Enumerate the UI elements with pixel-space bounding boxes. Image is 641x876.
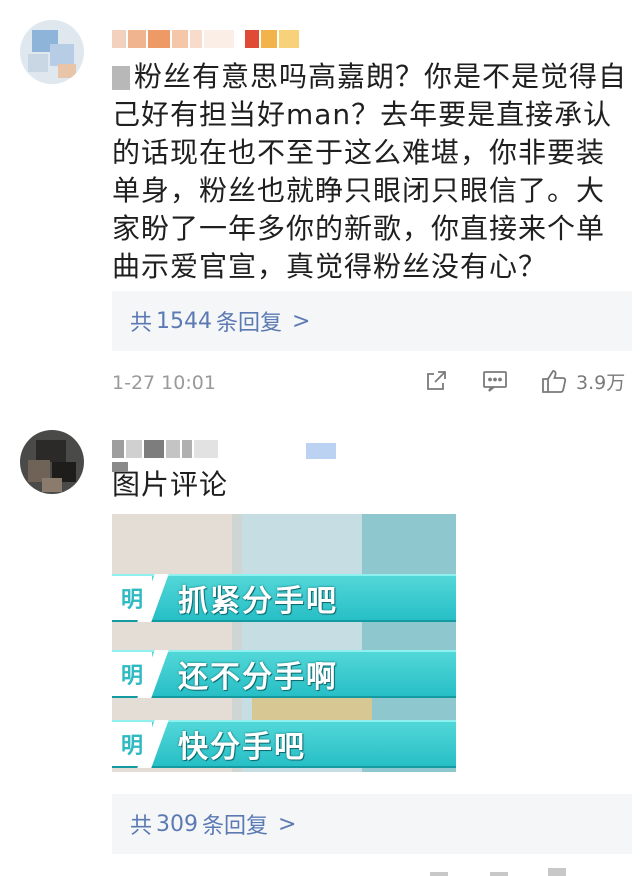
chevron-right-icon: >	[278, 811, 297, 837]
reply-suffix: 条回复	[202, 814, 269, 839]
like-count: 3.9万	[576, 371, 626, 394]
user-badge	[245, 28, 299, 50]
comment-button[interactable]	[482, 369, 508, 393]
caption-text: 抓紧分手吧	[178, 584, 338, 619]
caption-bar: 明 快分手吧	[112, 720, 456, 768]
replies-link[interactable]: 共 309 条回复 >	[112, 794, 632, 854]
image-comment[interactable]: 明 抓紧分手吧 明 还不分手啊 明 快分手吧	[112, 514, 456, 772]
caption-text: 快分手吧	[178, 730, 306, 765]
reply-suffix: 条回复	[216, 311, 283, 336]
like-icon	[542, 370, 567, 393]
reply-prefix: 共	[130, 814, 153, 839]
avatar[interactable]	[20, 20, 84, 84]
username[interactable]	[112, 438, 218, 460]
chevron-right-icon: >	[292, 308, 311, 334]
caption-text: 还不分手啊	[178, 660, 338, 695]
reply-count: 1544	[156, 308, 213, 334]
caption-bar: 明 抓紧分手吧	[112, 574, 456, 622]
comment-text: 粉丝有意思吗高嘉朗？你是不是觉得自己好有担当好man？去年要是直接承认的话现在也…	[112, 60, 628, 283]
replies-link[interactable]: 共 1544 条回复 >	[112, 291, 632, 351]
caption-bar: 明 还不分手啊	[112, 650, 456, 698]
comment-text: 图片评论	[112, 462, 632, 504]
mention-blur	[112, 66, 130, 90]
comment-icon	[483, 371, 507, 392]
timestamp: 1-27 10:01	[112, 372, 216, 394]
avatar[interactable]	[20, 430, 84, 494]
reply-prefix: 共	[130, 311, 153, 336]
reply-count: 309	[156, 811, 199, 837]
username[interactable]	[112, 28, 234, 50]
mention-blur	[112, 462, 128, 472]
share-button[interactable]	[424, 369, 448, 393]
user-badge	[306, 440, 336, 462]
like-button[interactable]: 3.9万	[540, 367, 625, 395]
share-icon	[427, 371, 446, 390]
next-row-action-icons-partial	[430, 868, 580, 876]
